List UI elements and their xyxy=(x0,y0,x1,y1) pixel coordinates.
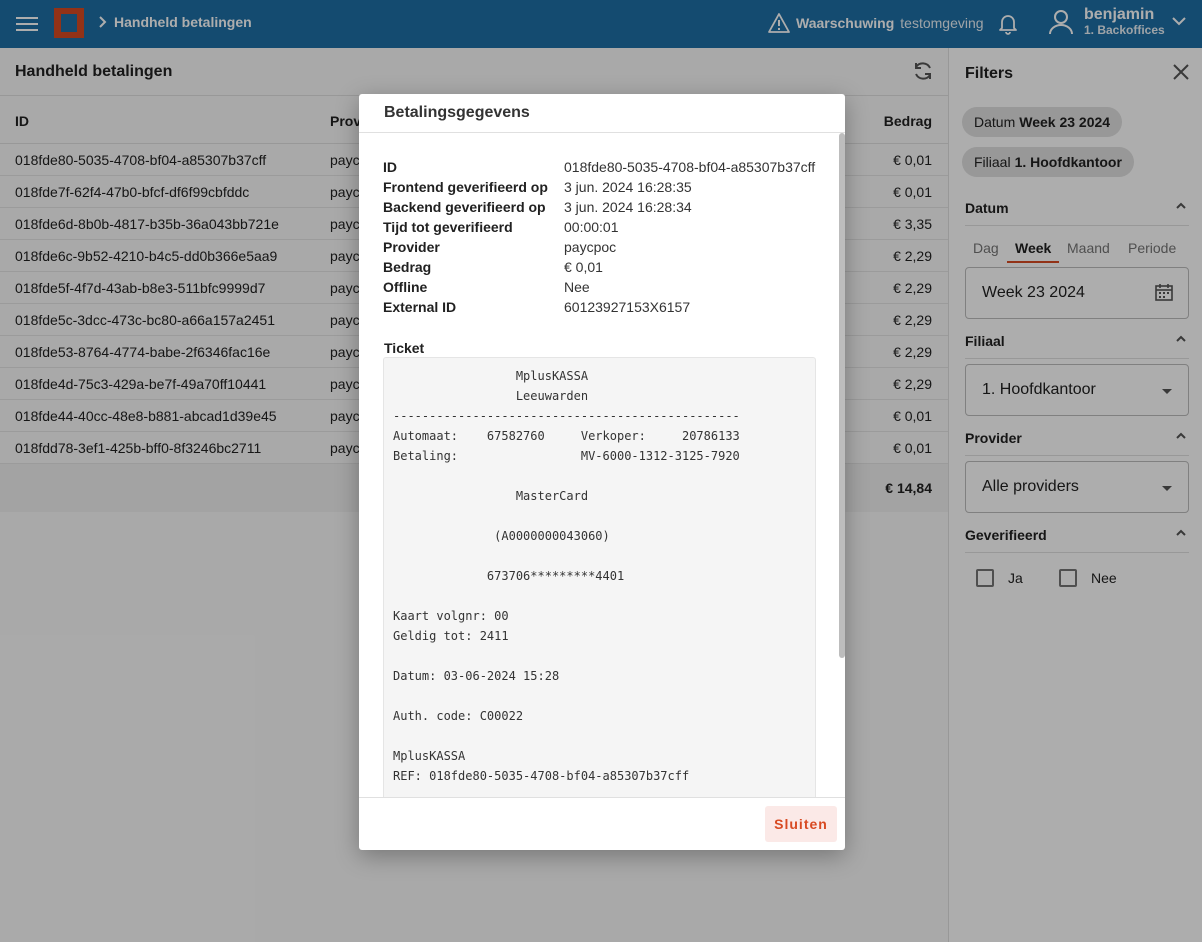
divider xyxy=(359,797,845,798)
detail-key: External ID xyxy=(383,299,457,315)
detail-value: 3 jun. 2024 16:28:35 xyxy=(564,179,692,195)
detail-row: Tijd tot geverifieerd 00:00:01 xyxy=(383,219,823,239)
detail-key: Offline xyxy=(383,279,428,295)
detail-key: Frontend geverifieerd op xyxy=(383,179,548,195)
ticket-box: MplusKASSA Leeuwarden ------------------… xyxy=(383,357,816,797)
detail-value: 3 jun. 2024 16:28:34 xyxy=(564,199,692,215)
detail-value: 60123927153X6157 xyxy=(564,299,691,315)
detail-value: 018fde80-5035-4708-bf04-a85307b37cff xyxy=(564,159,816,175)
scrollbar[interactable] xyxy=(839,133,845,658)
ticket-text: MplusKASSA Leeuwarden ------------------… xyxy=(393,369,740,783)
detail-value: € 0,01 xyxy=(564,259,603,275)
ticket-label: Ticket xyxy=(384,340,425,356)
dialog-title: Betalingsgegevens xyxy=(384,104,530,121)
detail-key: Backend geverifieerd op xyxy=(383,199,546,215)
dialog-content[interactable]: ID 018fde80-5035-4708-bf04-a85307b37cff F… xyxy=(359,133,845,797)
detail-row: Provider paycpoc xyxy=(383,239,823,259)
detail-value: Nee xyxy=(564,279,590,295)
close-button[interactable]: Sluiten xyxy=(765,806,837,842)
detail-row: Frontend geverifieerd op 3 jun. 2024 16:2… xyxy=(383,179,823,199)
detail-key: ID xyxy=(383,159,397,175)
detail-key: Bedrag xyxy=(383,259,432,275)
detail-row: Backend geverifieerd op 3 jun. 2024 16:28… xyxy=(383,199,823,219)
detail-row: ID 018fde80-5035-4708-bf04-a85307b37cff xyxy=(383,159,823,179)
detail-key: Provider xyxy=(383,239,440,255)
payment-details-dialog: Betalingsgegevens ID 018fde80-5035-4708-b… xyxy=(359,94,845,850)
detail-value: paycpoc xyxy=(564,239,617,255)
detail-row: External ID 60123927153X6157 xyxy=(383,299,823,319)
detail-row: Bedrag € 0,01 xyxy=(383,259,823,279)
detail-row: Offline Nee xyxy=(383,279,823,299)
detail-value: 00:00:01 xyxy=(564,219,619,235)
detail-key: Tijd tot geverifieerd xyxy=(383,219,513,235)
